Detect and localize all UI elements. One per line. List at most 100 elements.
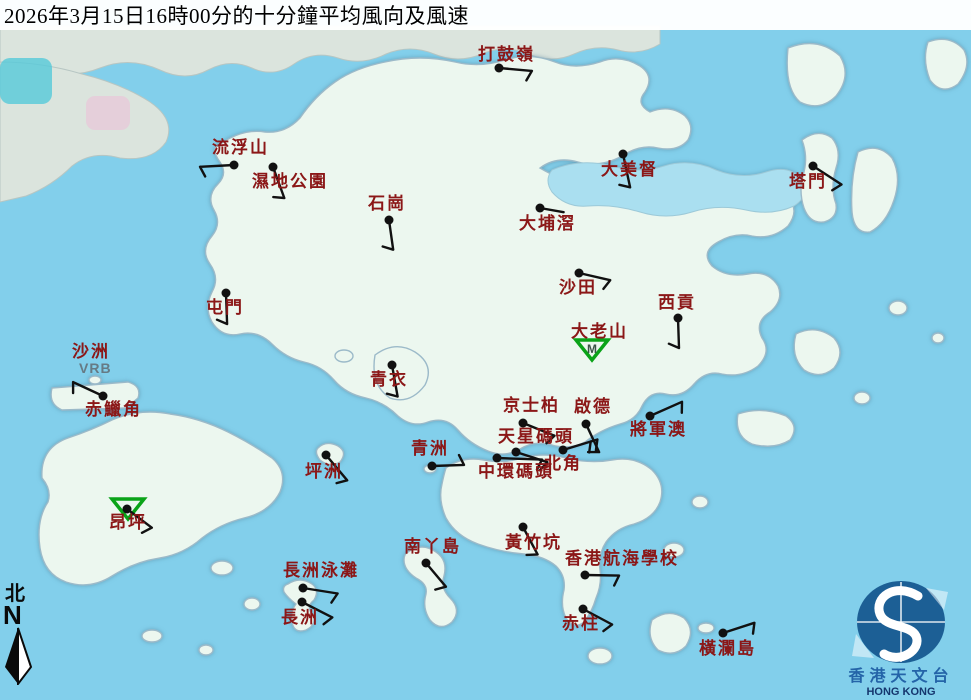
station-label-lamma-island: 南丫島 <box>404 537 461 556</box>
station-dot-tai-mei-tuk <box>618 149 628 159</box>
station-dot-ta-kwu-ling <box>494 63 504 73</box>
tolo-harbour <box>547 162 806 217</box>
station-label-tuen-mun: 屯門 <box>206 298 244 317</box>
wind-barb-ta-kwu-ling <box>497 66 534 82</box>
wind-map-page: M 打鼓嶺 流浮山 濕地公園 石崗 大埔滘 大美督 塔門 沙田 西貢 大老山 屯門 沙洲 VRB 赤鱲角青… <box>0 0 971 700</box>
wind-note-sha-chau: VRB <box>79 360 112 376</box>
land-shenzhen <box>0 25 661 77</box>
station-dot-green-island <box>427 461 437 471</box>
station-label-kings-park: 京士柏 <box>503 396 560 415</box>
wind-barb-cheung-chau-beach <box>301 586 339 604</box>
station-label-green-island: 青洲 <box>411 439 449 458</box>
land-green-island <box>423 464 437 474</box>
station-label-stanley: 赤柱 <box>562 614 600 633</box>
station-label-tai-po-kau: 大埔滘 <box>519 214 576 233</box>
islet <box>210 560 234 576</box>
islet <box>931 332 945 344</box>
land-crooked-island <box>786 42 846 107</box>
land-waglan <box>697 622 715 634</box>
station-label-wong-chuk-hang: 黃竹坑 <box>505 533 562 552</box>
wind-barb-tai-po-kau <box>538 206 565 214</box>
station-label-wetland-park: 濕地公園 <box>252 172 328 191</box>
logo-name-cn: 香港天文台 <box>848 668 954 685</box>
wind-barb-waglan-island <box>721 621 756 635</box>
land-ma-wan <box>334 349 354 363</box>
land-beaufort <box>587 647 613 665</box>
station-dot-cheung-chau-beach <box>298 583 308 593</box>
station-label-tsing-yi: 青衣 <box>370 370 408 389</box>
station-label-tates-cairn: 大老山 <box>571 322 628 341</box>
title-bar: 2026年3月15日16時00分的十分鐘平均風向及風速 <box>0 0 971 30</box>
north-compass: 北 N <box>2 584 36 686</box>
map-background <box>0 0 971 700</box>
wind-barb-chek-lap-kok <box>71 380 105 398</box>
station-label-hk-sea-school: 香港航海學校 <box>565 549 679 568</box>
station-label-kai-tak: 啟德 <box>574 397 612 416</box>
station-dot-wong-chuk-hang <box>518 522 528 532</box>
land-shekou <box>0 61 170 203</box>
land-po-toi <box>649 612 692 654</box>
station-label-sha-chau: 沙洲 <box>72 342 110 361</box>
station-dot-wetland-park <box>268 162 278 172</box>
station-triangle-tates-cairn <box>572 338 612 363</box>
wind-barb-lamma-island <box>424 561 448 591</box>
station-label-tseung-kwan-o: 將軍澳 <box>630 420 687 439</box>
station-dot-tai-po-kau <box>535 203 545 213</box>
station-dot-star-ferry <box>511 447 521 457</box>
station-label-sha-tin: 沙田 <box>559 278 597 297</box>
station-label-ta-kwu-ling: 打鼓嶺 <box>478 45 535 64</box>
islet <box>243 597 261 611</box>
station-label-tap-mun: 塔門 <box>789 172 827 191</box>
station-label-tai-mei-tuk: 大美督 <box>601 160 658 179</box>
station-label-shek-kong: 石崗 <box>368 194 406 213</box>
wind-barb-sai-kung <box>667 316 681 350</box>
wind-overlay: M <box>71 63 843 638</box>
station-dot-stanley <box>578 604 588 614</box>
wind-barb-tseung-kwan-o <box>648 400 684 418</box>
station-label-chek-lap-kok: 赤鱲角 <box>85 400 142 419</box>
station-dot-tuen-mun <box>221 288 231 298</box>
station-dot-peng-chau <box>321 450 331 460</box>
station-dot-shek-kong <box>384 215 394 225</box>
land-ne-islet <box>924 38 968 90</box>
wind-barb-lau-fau-shan <box>198 163 236 178</box>
shenzhen-urban-patch <box>86 96 130 130</box>
station-dot-hk-sea-school <box>580 570 590 580</box>
station-dot-sai-kung <box>673 313 683 323</box>
hko-logo: 香港天文台 HONG KONG OBSERVATORY <box>828 574 971 700</box>
shenzhen-water <box>0 58 52 104</box>
hko-logo-icon <box>852 581 948 663</box>
station-dot-cheung-chau <box>297 597 307 607</box>
land-lamma <box>403 546 458 628</box>
station-label-star-ferry: 天星碼頭 <box>498 427 574 446</box>
wind-barb-hk-sea-school <box>583 573 621 587</box>
north-arrow-icon <box>5 628 33 686</box>
islet <box>691 495 709 509</box>
station-label-waglan-island: 橫瀾島 <box>699 639 756 658</box>
station-label-peng-chau: 坪洲 <box>305 462 343 481</box>
station-dot-lau-fau-shan <box>229 160 239 170</box>
land-high-island <box>736 409 795 447</box>
station-dot-lamma-island <box>421 558 431 568</box>
land-sha-chau <box>88 375 102 385</box>
wind-barb-shek-kong <box>381 218 395 251</box>
missing-data-label-tates-cairn: M <box>587 342 597 356</box>
station-dot-tsing-yi <box>387 360 397 370</box>
north-label-en: N <box>3 600 22 630</box>
station-dot-sha-tin <box>574 268 584 278</box>
islet <box>888 300 908 316</box>
land-east-islands <box>850 147 899 233</box>
wind-barb-kai-tak <box>584 422 601 454</box>
islet <box>141 629 163 643</box>
station-dot-kai-tak <box>581 419 591 429</box>
land-lantau <box>38 411 284 586</box>
station-dot-waglan-island <box>718 628 728 638</box>
land-kau-sai <box>793 329 841 376</box>
land-new-territories <box>204 55 795 455</box>
station-label-cheung-chau-beach: 長洲泳灘 <box>283 561 359 580</box>
station-label-lau-fau-shan: 流浮山 <box>212 138 269 157</box>
islet <box>853 391 871 405</box>
map-title: 2026年3月15日16時00分的十分鐘平均風向及風速 <box>4 4 469 28</box>
logo-name-en: HONG KONG OBSERVATORY <box>860 685 943 700</box>
islet <box>198 644 214 656</box>
